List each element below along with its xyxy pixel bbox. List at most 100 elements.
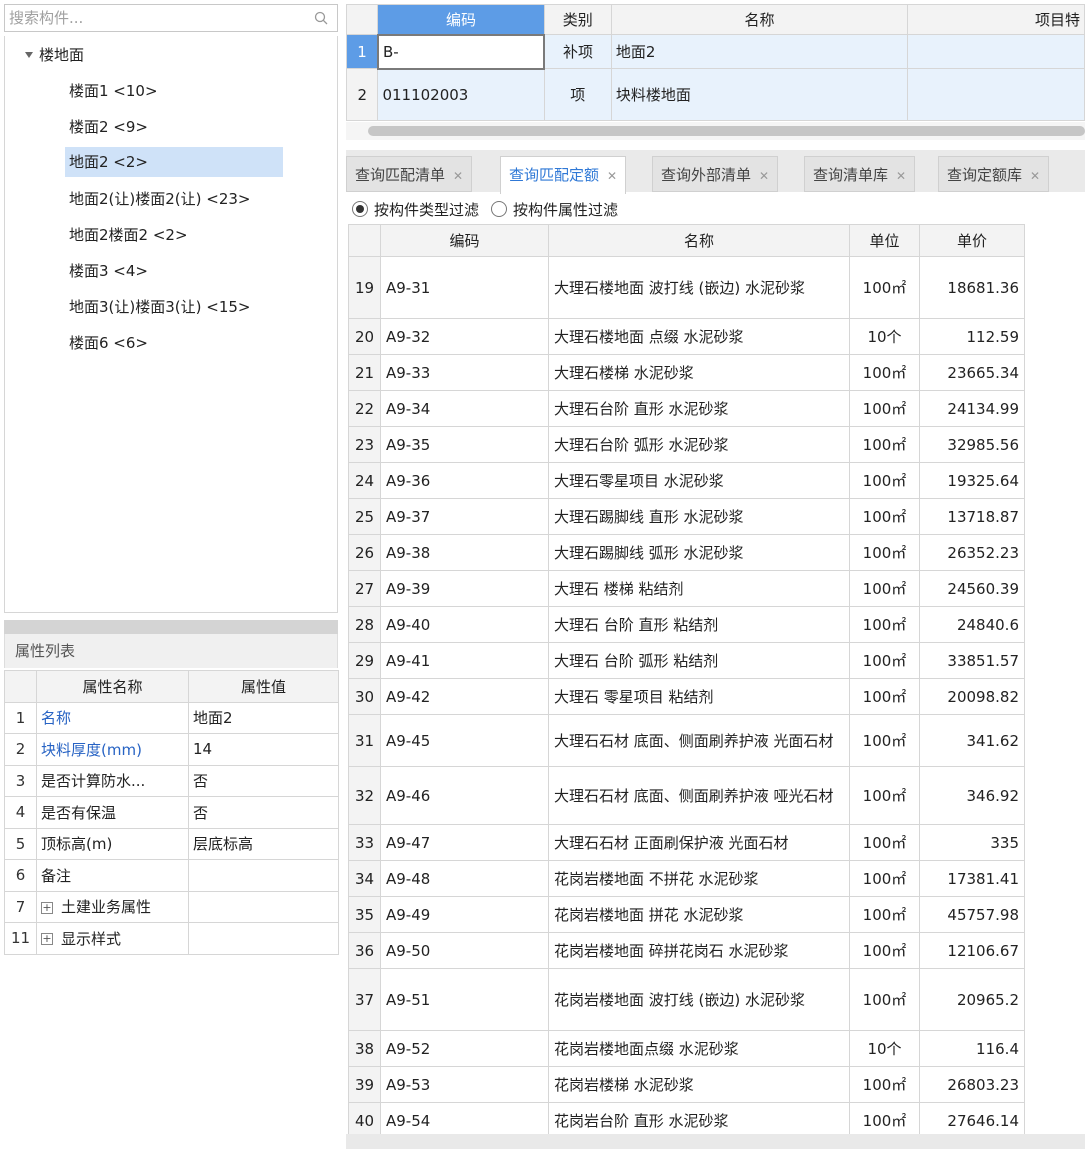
prop-value[interactable]: 否 (188, 764, 339, 797)
bill-header-type[interactable]: 类别 (543, 4, 612, 35)
quota-unit-cell[interactable]: 100㎡ (849, 256, 920, 319)
tree-item[interactable]: 楼面2 <9> (65, 112, 283, 142)
quota-name-cell[interactable]: 大理石 台阶 直形 粘结剂 (548, 606, 850, 643)
quota-unit-cell[interactable]: 100㎡ (849, 968, 920, 1031)
props-row[interactable]: 2 块料厚度(mm) 14 (4, 733, 339, 766)
quota-row[interactable]: 28 A9-40 大理石 台阶 直形 粘结剂 100㎡ 24840.6 (348, 606, 1025, 643)
quota-header-name[interactable]: 名称 (548, 224, 850, 257)
quota-name-cell[interactable]: 大理石楼地面 点缀 水泥砂浆 (548, 318, 850, 355)
quota-name-cell[interactable]: 大理石石材 正面刷保护液 光面石材 (548, 824, 850, 861)
quota-name-cell[interactable]: 大理石楼地面 波打线 (嵌边) 水泥砂浆 (548, 256, 850, 319)
quota-header-price[interactable]: 单价 (919, 224, 1025, 257)
quota-name-cell[interactable]: 大理石 楼梯 粘结剂 (548, 570, 850, 607)
quota-unit-cell[interactable]: 100㎡ (849, 824, 920, 861)
quota-unit-cell[interactable]: 10个 (849, 318, 920, 355)
tab-query-match-list[interactable]: 查询匹配清单 ✕ (346, 156, 473, 192)
quota-row[interactable]: 32 A9-46 大理石石材 底面、侧面刷养护液 哑光石材 100㎡ 346.92 (348, 766, 1025, 825)
search-icon[interactable] (313, 10, 329, 26)
tab-query-external-list[interactable]: 查询外部清单 ✕ (652, 156, 779, 192)
panel-splitter[interactable] (4, 620, 338, 634)
quota-row[interactable]: 35 A9-49 花岗岩楼地面 拼花 水泥砂浆 100㎡ 45757.98 (348, 896, 1025, 933)
quota-row[interactable]: 25 A9-37 大理石踢脚线 直形 水泥砂浆 100㎡ 13718.87 (348, 498, 1025, 535)
quota-unit-cell[interactable]: 100㎡ (849, 1066, 920, 1103)
quota-header-code[interactable]: 编码 (380, 224, 549, 257)
quota-price-cell[interactable]: 18681.36 (919, 256, 1025, 319)
quota-name-cell[interactable]: 大理石零星项目 水泥砂浆 (548, 462, 850, 499)
quota-name-cell[interactable]: 花岗岩楼地面 波打线 (嵌边) 水泥砂浆 (548, 968, 850, 1031)
tree-item[interactable]: 地面3(让)楼面3(让) <15> (65, 292, 283, 322)
quota-unit-cell[interactable]: 10个 (849, 1030, 920, 1067)
quota-price-cell[interactable]: 24560.39 (919, 570, 1025, 607)
prop-value[interactable]: 14 (188, 733, 339, 766)
quota-row[interactable]: 30 A9-42 大理石 零星项目 粘结剂 100㎡ 20098.82 (348, 678, 1025, 715)
tree-root-floor[interactable]: 楼地面 (25, 42, 84, 68)
props-row[interactable]: 11 + 显示样式 (4, 922, 339, 955)
quota-unit-cell[interactable]: 100㎡ (849, 714, 920, 767)
props-row[interactable]: 5 顶标高(m) 层底标高 (4, 827, 339, 860)
quota-name-cell[interactable]: 花岗岩楼地面点缀 水泥砂浆 (548, 1030, 850, 1067)
quota-row[interactable]: 31 A9-45 大理石石材 底面、侧面刷养护液 光面石材 100㎡ 341.62 (348, 714, 1025, 767)
quota-code-cell[interactable]: A9-32 (380, 318, 549, 355)
quota-row[interactable]: 36 A9-50 花岗岩楼地面 碎拼花岗石 水泥砂浆 100㎡ 12106.67 (348, 932, 1025, 969)
quota-unit-cell[interactable]: 100㎡ (849, 570, 920, 607)
quota-code-cell[interactable]: A9-46 (380, 766, 549, 825)
radio-attr-filter-label[interactable]: 按构件属性过滤 (513, 199, 618, 220)
quota-row[interactable]: 27 A9-39 大理石 楼梯 粘结剂 100㎡ 24560.39 (348, 570, 1025, 607)
quota-name-cell[interactable]: 花岗岩楼梯 水泥砂浆 (548, 1066, 850, 1103)
bill-header-name[interactable]: 名称 (610, 4, 909, 35)
quota-price-cell[interactable]: 20098.82 (919, 678, 1025, 715)
prop-group[interactable]: + 显示样式 (36, 922, 189, 955)
quota-code-cell[interactable]: A9-48 (380, 860, 549, 897)
quota-name-cell[interactable]: 大理石 零星项目 粘结剂 (548, 678, 850, 715)
quota-unit-cell[interactable]: 100㎡ (849, 642, 920, 679)
quota-row[interactable]: 34 A9-48 花岗岩楼地面 不拼花 水泥砂浆 100㎡ 17381.41 (348, 860, 1025, 897)
quota-row[interactable]: 39 A9-53 花岗岩楼梯 水泥砂浆 100㎡ 26803.23 (348, 1066, 1025, 1103)
quota-unit-cell[interactable]: 100㎡ (849, 678, 920, 715)
quota-row[interactable]: 20 A9-32 大理石楼地面 点缀 水泥砂浆 10个 112.59 (348, 318, 1025, 355)
prop-value[interactable]: 地面2 (188, 701, 339, 734)
quota-row[interactable]: 23 A9-35 大理石台阶 弧形 水泥砂浆 100㎡ 32985.56 (348, 426, 1025, 463)
quota-name-cell[interactable]: 大理石踢脚线 弧形 水泥砂浆 (548, 534, 850, 571)
quota-price-cell[interactable]: 346.92 (919, 766, 1025, 825)
quota-price-cell[interactable]: 32985.56 (919, 426, 1025, 463)
quota-name-cell[interactable]: 大理石台阶 弧形 水泥砂浆 (548, 426, 850, 463)
tab-query-list-library[interactable]: 查询清单库 ✕ (804, 156, 916, 192)
bill-feature-cell[interactable] (907, 34, 1085, 69)
quota-price-cell[interactable]: 26352.23 (919, 534, 1025, 571)
bill-name-cell[interactable]: 地面2 (610, 34, 909, 69)
quota-code-cell[interactable]: A9-35 (380, 426, 549, 463)
quota-code-cell[interactable]: A9-51 (380, 968, 549, 1031)
quota-price-cell[interactable]: 24134.99 (919, 390, 1025, 427)
quota-code-cell[interactable]: A9-31 (380, 256, 549, 319)
quota-name-cell[interactable]: 大理石踢脚线 直形 水泥砂浆 (548, 498, 850, 535)
radio-type-filter[interactable] (352, 201, 368, 217)
tab-query-match-quota[interactable]: 查询匹配定额 ✕ (500, 156, 627, 194)
expand-plus-icon[interactable]: + (41, 901, 53, 914)
quota-code-cell[interactable]: A9-33 (380, 354, 549, 391)
bill-type-cell[interactable]: 项 (543, 68, 612, 121)
quota-row[interactable]: 38 A9-52 花岗岩楼地面点缀 水泥砂浆 10个 116.4 (348, 1030, 1025, 1067)
quota-unit-cell[interactable]: 100㎡ (849, 534, 920, 571)
quota-code-cell[interactable]: A9-38 (380, 534, 549, 571)
quota-price-cell[interactable]: 20965.2 (919, 968, 1025, 1031)
quota-code-cell[interactable]: A9-37 (380, 498, 549, 535)
quota-row[interactable]: 29 A9-41 大理石 台阶 弧形 粘结剂 100㎡ 33851.57 (348, 642, 1025, 679)
quota-row[interactable]: 33 A9-47 大理石石材 正面刷保护液 光面石材 100㎡ 335 (348, 824, 1025, 861)
quota-price-cell[interactable]: 23665.34 (919, 354, 1025, 391)
quota-row[interactable]: 22 A9-34 大理石台阶 直形 水泥砂浆 100㎡ 24134.99 (348, 390, 1025, 427)
bill-row[interactable]: 2 011102003 项 块料楼地面 (345, 68, 1085, 121)
quota-price-cell[interactable]: 26803.23 (919, 1066, 1025, 1103)
props-row[interactable]: 4 是否有保温 否 (4, 796, 339, 829)
radio-type-filter-label[interactable]: 按构件类型过滤 (374, 199, 479, 220)
quota-code-cell[interactable]: A9-41 (380, 642, 549, 679)
collapse-arrow-icon[interactable] (25, 52, 33, 58)
bill-code-cell[interactable]: 011102003 (377, 68, 545, 121)
quota-name-cell[interactable]: 花岗岩楼地面 碎拼花岗石 水泥砂浆 (548, 932, 850, 969)
quota-price-cell[interactable]: 33851.57 (919, 642, 1025, 679)
quota-price-cell[interactable]: 335 (919, 824, 1025, 861)
tree-item-selected[interactable]: 地面2 <2> (65, 147, 283, 177)
bill-type-cell[interactable]: 补项 (543, 34, 612, 69)
quota-unit-cell[interactable]: 100㎡ (849, 860, 920, 897)
quota-unit-cell[interactable]: 100㎡ (849, 766, 920, 825)
bill-row[interactable]: 1 B- 补项 地面2 (345, 33, 1085, 70)
